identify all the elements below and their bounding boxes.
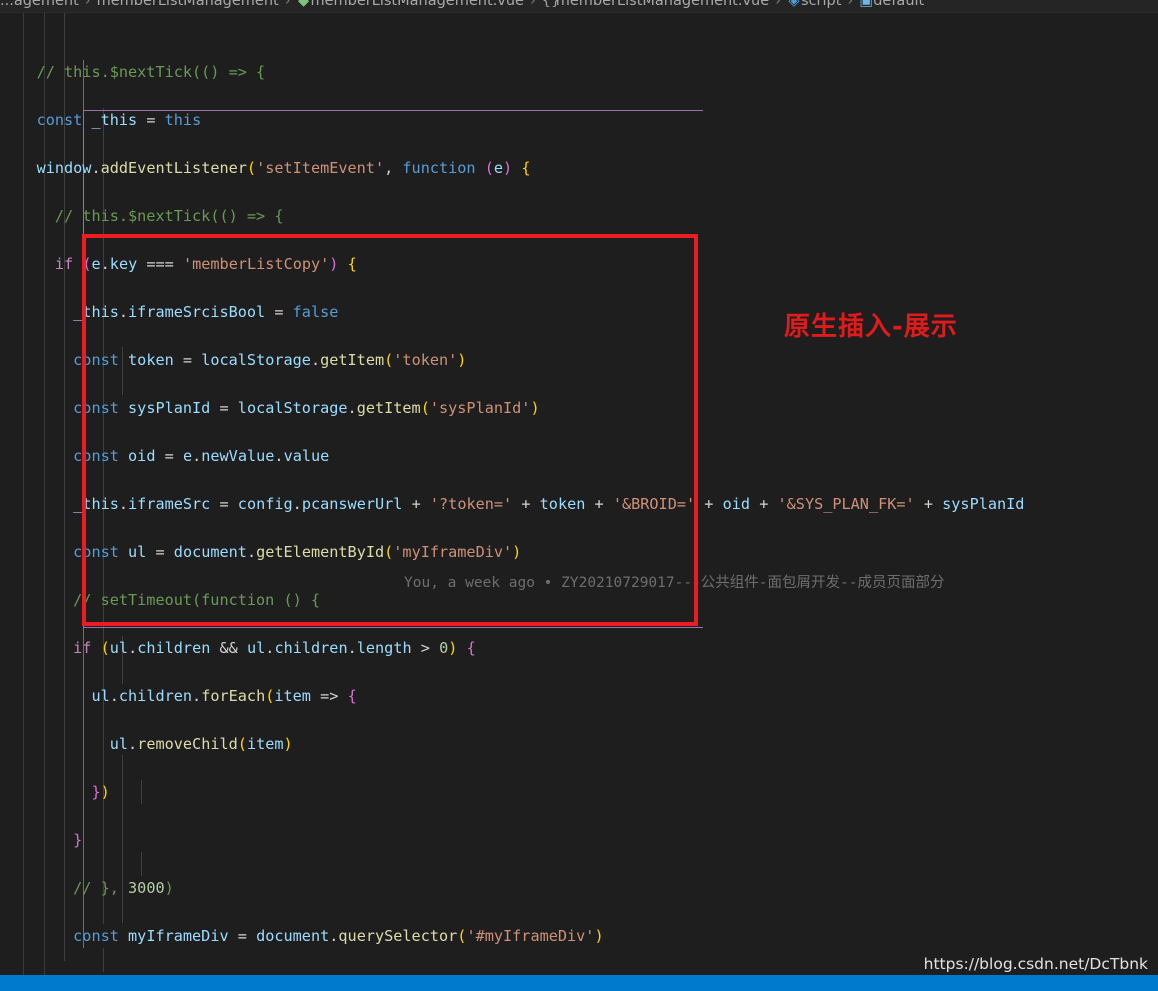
braces-icon: {} xyxy=(541,0,561,9)
breadcrumb-item-folder-memberlistmanagement[interactable]: memberListManagement xyxy=(97,0,279,12)
vue-file-icon: ◆ xyxy=(297,0,310,9)
breadcrumb-item-symbol-vue[interactable]: memberListManagement.vue xyxy=(556,0,769,12)
git-blame-annotation: You, a week ago • ZY20210729017---公共组件-面… xyxy=(404,575,945,591)
breadcrumb-separator-icon: › xyxy=(529,0,536,9)
breadcrumb-separator-icon: › xyxy=(775,0,781,9)
breadcrumb-label: memberListManagement xyxy=(96,0,279,9)
breadcrumb-separator-icon: › xyxy=(284,0,291,9)
status-bar[interactable] xyxy=(0,975,1158,991)
code-line: }) xyxy=(91,783,110,801)
breadcrumb[interactable]: ...agement › memberListManagement › ◆memberL… xyxy=(0,0,1158,12)
code-line: _this.iframeSrcisBool = false xyxy=(73,303,339,321)
code-line: const ul = document.getElementById('myIf… xyxy=(73,543,522,561)
cube-icon: ▣ xyxy=(859,0,874,9)
watermark-url: https://blog.csdn.net/DcTbnk xyxy=(923,955,1148,973)
code-line: const oid = e.newValue.value xyxy=(73,447,330,465)
code-line: } xyxy=(73,831,83,849)
vue-diamond-icon: ◈ xyxy=(788,0,800,9)
breadcrumb-item-file-vue[interactable]: memberListManagement.vue xyxy=(311,0,524,12)
code-line: const sysPlanId = localStorage.getItem('… xyxy=(73,399,540,417)
code-line: _this.iframeSrc = config.pcanswerUrl + '… xyxy=(73,495,1025,513)
code-line: if (ul.children && ul.children.length > … xyxy=(73,639,476,657)
code-line: ul.removeChild(item) xyxy=(109,735,293,753)
code-line: const _this = this xyxy=(36,111,202,129)
vscode-editor-window: ...agement › memberListManagement › ◆memberL… xyxy=(0,0,1158,991)
breadcrumb-label: script xyxy=(800,0,842,9)
breadcrumb-divider xyxy=(0,12,1158,13)
breadcrumb-item-script[interactable]: script xyxy=(801,0,841,12)
breadcrumb-item-folder-agement[interactable]: ...agement xyxy=(0,0,79,12)
code-editor-content[interactable]: // this.$nextTick(() => { const _this = … xyxy=(0,12,1158,991)
breadcrumb-separator-icon: › xyxy=(847,0,854,9)
code-line: // this.$nextTick(() => { xyxy=(54,207,284,225)
red-annotation-label: 原生插入-展示 xyxy=(784,312,958,342)
code-line: // }, 3000) xyxy=(73,879,174,897)
code-line: const token = localStorage.getItem('toke… xyxy=(73,351,467,369)
breadcrumb-item-default[interactable]: default xyxy=(873,0,924,12)
code-line: window.addEventListener('setItemEvent', … xyxy=(36,159,531,177)
breadcrumb-label: memberListManagement.vue xyxy=(310,0,524,9)
breadcrumb-label: ...agement xyxy=(0,0,79,9)
breadcrumb-label: default xyxy=(873,0,925,9)
code-line: const myIframeDiv = document.querySelect… xyxy=(73,927,604,945)
breadcrumb-separator-icon: › xyxy=(84,0,91,9)
breadcrumb-label: memberListManagement.vue xyxy=(555,0,770,9)
code-line: if (e.key === 'memberListCopy') { xyxy=(54,255,357,273)
code-line: ul.children.forEach(item => { xyxy=(91,687,357,705)
code-line: // this.$nextTick(() => { xyxy=(36,63,266,81)
